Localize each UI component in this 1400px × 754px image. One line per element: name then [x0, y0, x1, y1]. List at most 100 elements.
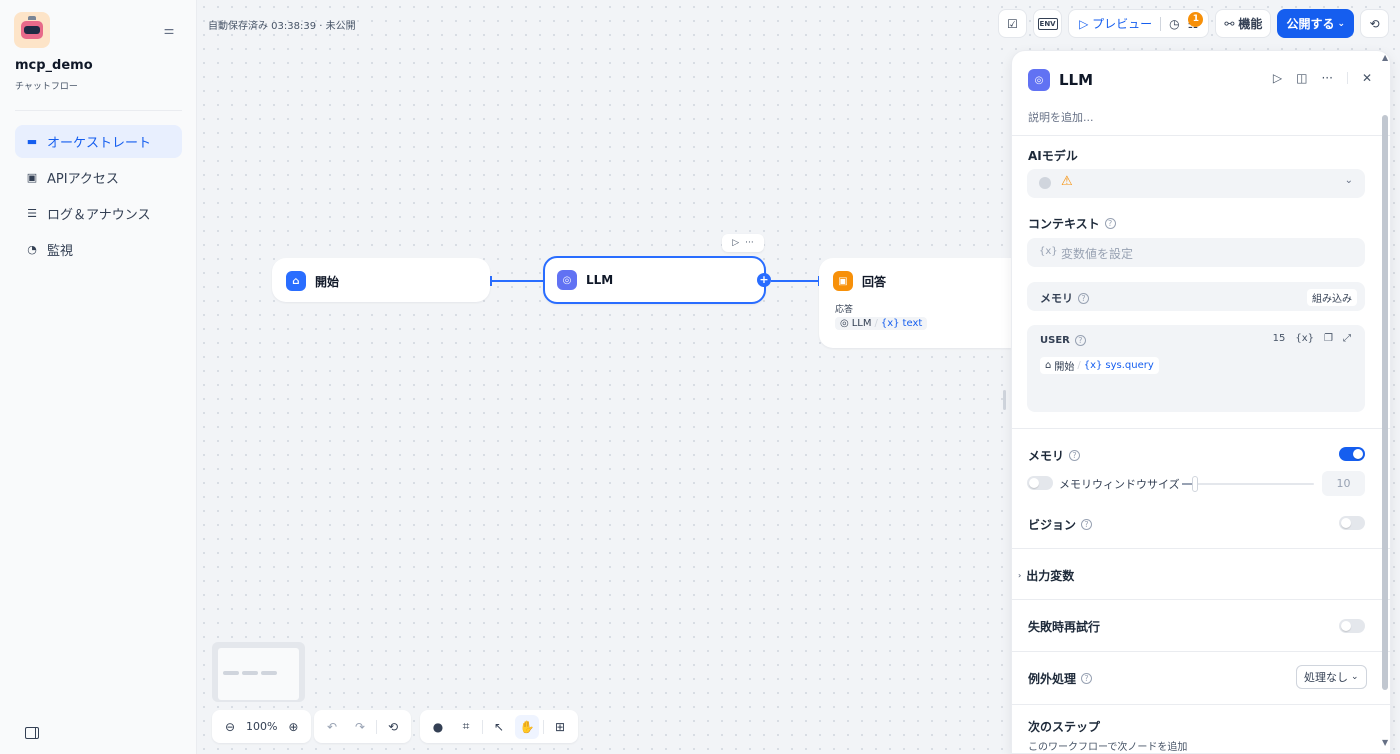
close-icon[interactable]: ✕ [1362, 71, 1372, 85]
model-selector[interactable]: ⚠ ⌄ [1027, 169, 1365, 198]
node-actions: ▷ ··· [722, 234, 764, 252]
panel-title[interactable]: LLM [1059, 71, 1093, 89]
slider-thumb[interactable] [1192, 476, 1198, 492]
more-icon[interactable]: ··· [1321, 71, 1332, 85]
env-icon: ENV [1037, 17, 1058, 30]
user-prompt-editor[interactable]: USER? 15 {x} ❐ ⤢ ⌂ 開始 / {x} sys.query [1027, 325, 1365, 412]
sidebar-collapse-icon[interactable] [25, 727, 39, 739]
node-answer[interactable]: ▣ 回答 応答 ◎ LLM / {x} text [819, 258, 1011, 348]
panel-scrollbar[interactable] [1382, 115, 1388, 690]
node-start[interactable]: ⌂ 開始 [272, 258, 490, 302]
help-icon: ? [1069, 450, 1081, 461]
app-icon[interactable] [14, 12, 50, 48]
description-input[interactable]: 説明を追加... [1028, 109, 1094, 125]
vision-toggle[interactable] [1339, 516, 1365, 530]
context-label: コンテキスト? [1028, 215, 1116, 232]
sidebar-item-monitor[interactable]: ◔ 監視 [15, 233, 182, 266]
node-config-panel: ◎ LLM ▷ ◫ ··· ✕ 説明を追加... AIモデル ⚠ ⌄ コンテキス… [1011, 50, 1391, 754]
exception-select[interactable]: 処理なし ⌄ [1296, 665, 1367, 689]
next-step-label: 次のステップ [1028, 720, 1101, 734]
help-icon: ? [1074, 335, 1086, 346]
home-icon: ⌂ [286, 271, 306, 291]
notification-badge: 1 [1188, 11, 1204, 27]
history-check-icon[interactable]: ◷ [1169, 17, 1179, 31]
list-icon[interactable]: ☷1 [1188, 11, 1204, 31]
llm-icon: ◎ [557, 270, 577, 290]
divider [1012, 704, 1390, 705]
split-view-icon[interactable]: ◫ [1296, 71, 1307, 85]
minimap-node [261, 671, 277, 675]
memory-window-value[interactable]: 10 [1322, 471, 1365, 496]
settings-sliders-icon[interactable]: ⚌ [161, 22, 177, 38]
scroll-down-icon[interactable]: ▼ [1382, 738, 1388, 747]
more-icon[interactable]: ··· [745, 238, 754, 248]
divider [376, 719, 377, 734]
publish-button[interactable]: 公開する ⌄ [1277, 9, 1354, 38]
variable-icon: {x} [1039, 246, 1058, 257]
model-icon [1039, 177, 1051, 189]
history-icon: ⟲ [1369, 16, 1380, 31]
history-icon[interactable]: ⟲ [381, 715, 405, 739]
redo-icon[interactable]: ↷ [348, 715, 372, 739]
env-button[interactable]: ENV [1033, 9, 1063, 38]
llm-small-icon: ◎ [840, 318, 849, 329]
log-icon: ☰ [27, 207, 37, 220]
panel-header: ◎ LLM [1028, 69, 1093, 91]
divider [1012, 135, 1390, 136]
sidebar-item-label: ログ＆アナウンス [47, 208, 151, 223]
hand-icon[interactable]: ✋ [515, 714, 539, 739]
output-vars-toggle[interactable]: › 出力変数 [1018, 567, 1074, 584]
pointer-icon[interactable]: ↖ [487, 715, 511, 739]
memory-window-toggle[interactable] [1027, 476, 1053, 490]
terminal-icon: ▣ [26, 171, 38, 184]
expand-icon[interactable]: ⤢ [1343, 333, 1351, 344]
check-list-icon: ☑ [1007, 16, 1018, 31]
minimap-node [242, 671, 258, 675]
preview-button[interactable]: ▷ プレビュー ◷ ☷1 [1068, 9, 1210, 38]
node-title: 開始 [315, 274, 340, 289]
preview-label: ▷ プレビュー [1079, 17, 1153, 31]
sidebar-item-logs[interactable]: ☰ ログ＆アナウンス [15, 197, 182, 230]
panel-resize-handle[interactable] [1003, 390, 1006, 410]
scroll-up-icon[interactable]: ▲ [1382, 53, 1388, 62]
zoom-out-icon[interactable]: ⊖ [218, 715, 242, 739]
checklist-button[interactable]: ☑ [998, 9, 1028, 38]
divider [1012, 651, 1390, 652]
version-history-button[interactable]: ⟲ [1360, 9, 1389, 38]
builtin-button[interactable]: 組み込み [1307, 289, 1357, 306]
zoom-in-icon[interactable]: ⊕ [281, 715, 305, 739]
variable-icon: {x} [1083, 360, 1103, 371]
node-title: LLM [586, 273, 614, 287]
insert-variable-icon[interactable]: {x} [1295, 333, 1314, 344]
sidebar: ⚌ mcp_demo チャットフロー ▬ オーケストレート ▣ APIアクセス … [0, 0, 197, 754]
run-icon[interactable]: ▷ [1273, 71, 1282, 85]
add-node-icon[interactable]: ● [426, 715, 450, 739]
edge-llm-answer [771, 280, 819, 282]
features-label: 機能 [1238, 17, 1263, 31]
zoom-controls: ⊖ 100% ⊕ [212, 710, 312, 743]
divider [1012, 428, 1390, 429]
run-icon[interactable]: ▷ [732, 238, 739, 248]
add-node-plus-icon[interactable]: + [757, 273, 771, 287]
copy-icon[interactable]: ❐ [1324, 333, 1333, 344]
user-role-label: USER? [1040, 335, 1086, 346]
layout-organize-icon[interactable]: ⊞ [548, 715, 572, 739]
minimap[interactable] [212, 642, 305, 702]
sidebar-item-orchestrate[interactable]: ▬ オーケストレート [15, 125, 182, 158]
minimap-node [223, 671, 239, 675]
node-llm[interactable]: ◎ LLM [543, 256, 766, 304]
undo-icon[interactable]: ↶ [320, 715, 344, 739]
divider [1346, 72, 1348, 84]
divider [15, 110, 182, 111]
note-icon[interactable]: ⌗ [454, 715, 478, 739]
var-node: 開始 [1054, 362, 1075, 373]
variable-icon: {x} [880, 318, 900, 329]
retry-toggle[interactable] [1339, 619, 1365, 633]
memory-window-slider[interactable] [1182, 476, 1314, 492]
zoom-level[interactable]: 100% [246, 720, 277, 733]
sidebar-item-api[interactable]: ▣ APIアクセス [15, 161, 182, 194]
divider [482, 719, 483, 734]
memory-toggle[interactable] [1339, 447, 1365, 461]
context-input[interactable]: {x} 変数値を設定 [1027, 238, 1365, 267]
features-button[interactable]: ⚯ 機能 [1215, 9, 1272, 38]
